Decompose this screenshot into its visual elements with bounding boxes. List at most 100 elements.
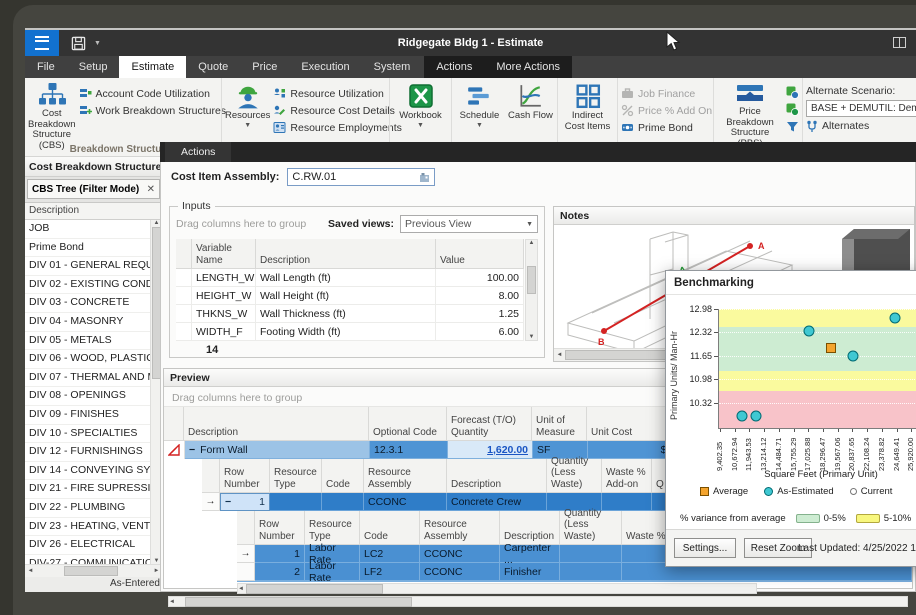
work-breakdown-structures-button[interactable]: Work Breakdown Structures	[79, 103, 227, 118]
cbs-tree-row[interactable]: DIV 23 - HEATING, VENTILA...	[25, 518, 151, 537]
preview-col-forecast-qty[interactable]: Forecast (T/O) Quantity	[447, 407, 532, 441]
preview-horizontal-scrollbar[interactable]: ◄	[168, 596, 908, 607]
inputs-data-row[interactable]: WIDTH_FFooting Width (ft)6.00	[176, 323, 538, 341]
resource-cost-details-button[interactable]: Resource Cost Details	[273, 103, 401, 118]
inputs-variable-name-cell[interactable]: THKNS_W	[192, 305, 256, 323]
level2-cell[interactable]: Labor Rate	[305, 563, 360, 581]
cbs-tree-row[interactable]: DIV 01 - GENERAL REQUIRE...	[25, 257, 151, 276]
cbs-tree-row[interactable]: DIV 06 - WOOD, PLASTICS a...	[25, 350, 151, 369]
cbs-tree-row[interactable]: DIV 02 - EXISTING CONDITI...	[25, 276, 151, 295]
level1-col-waste[interactable]: Waste % Add-on	[602, 459, 652, 493]
save-button[interactable]	[71, 36, 86, 51]
level2-col-row-number[interactable]: Row Number	[255, 511, 305, 545]
hamburger-menu-button[interactable]	[25, 30, 59, 56]
cbs-tree-tab[interactable]: CBS Tree (Filter Mode) ✕	[27, 179, 160, 199]
menu-setup[interactable]: Setup	[67, 56, 120, 78]
menu-execution[interactable]: Execution	[289, 56, 361, 78]
resources-button[interactable]: Resources ▼	[225, 81, 270, 143]
save-dropdown-caret[interactable]: ▼	[94, 40, 101, 47]
inputs-row-selector[interactable]	[176, 323, 192, 341]
menu-quote[interactable]: Quote	[186, 56, 240, 78]
inputs-description-cell[interactable]: Wall Thickness (ft)	[256, 305, 436, 323]
assembly-field[interactable]: C.RW.01	[287, 168, 435, 186]
menu-system[interactable]: System	[362, 56, 423, 78]
inputs-vscroll-thumb[interactable]	[527, 266, 536, 294]
level2-cell[interactable]: CCONC	[420, 545, 500, 563]
level1-col-description[interactable]: Description	[447, 459, 547, 493]
level1-description-cell[interactable]: Concrete Crew	[447, 493, 547, 511]
cbs-hscroll-thumb[interactable]	[64, 566, 118, 576]
cbs-tree-row[interactable]: DIV 04 - MASONRY	[25, 313, 151, 332]
inputs-value-cell[interactable]: 100.00	[436, 269, 524, 287]
level2-col-resource-assembly[interactable]: Resource Assembly	[420, 511, 500, 545]
level2-cell[interactable]: Carpenter ...	[500, 545, 560, 563]
cbs-tree-row[interactable]: DIV 08 - OPENINGS	[25, 387, 151, 406]
level2-quantity-cell[interactable]	[560, 545, 622, 563]
menu-more-actions[interactable]: More Actions	[484, 56, 572, 78]
scroll-left-icon[interactable]: ◄	[554, 352, 565, 358]
scroll-left-icon[interactable]: ◄	[238, 586, 244, 592]
inputs-description-cell[interactable]: Footing Width (ft)	[256, 323, 436, 341]
level1-col-code[interactable]: Code	[322, 459, 364, 493]
inputs-col-variable-name[interactable]: Variable Name	[192, 239, 256, 269]
inputs-data-row[interactable]: HEIGHT_WWall Height (ft)8.00	[176, 287, 538, 305]
level2-cell[interactable]: Finisher	[500, 563, 560, 581]
preview-col-uom[interactable]: Unit of Measure	[532, 407, 587, 441]
inputs-data-row[interactable]: THKNS_WWall Thickness (ft)1.25	[176, 305, 538, 323]
preview-col-optional-code[interactable]: Optional Code	[369, 407, 447, 441]
cbs-tree-row[interactable]: DIV 14 - CONVEYING SYSTEMS	[25, 462, 151, 481]
cbs-tree-row[interactable]: DIV 03 - CONCRETE	[25, 294, 151, 313]
cbs-button[interactable]: Cost Breakdown Structure (CBS)	[28, 81, 76, 143]
indirect-cost-items-button[interactable]: Indirect Cost Items	[561, 81, 614, 143]
inputs-variable-name-cell[interactable]: WIDTH_F	[192, 323, 256, 341]
scroll-up-icon[interactable]: ▲	[529, 240, 535, 246]
level2-col-description[interactable]: Description	[500, 511, 560, 545]
inputs-vertical-scrollbar[interactable]: ▲ ▼	[525, 239, 538, 341]
level2-hscroll-thumb[interactable]	[246, 584, 383, 594]
resource-employments-button[interactable]: Resource Employments	[273, 120, 401, 135]
cbs-tree-row[interactable]: DIV 05 - METALS	[25, 332, 151, 351]
level1-row-number-cell[interactable]: − 1	[220, 493, 270, 511]
level2-cell[interactable]: LF2	[360, 563, 420, 581]
cbs-tree-row[interactable]: DIV 09 - FINISHES	[25, 406, 151, 425]
cbs-tree-row[interactable]: DIV 10 - SPECIALTIES	[25, 425, 151, 444]
level2-horizontal-scrollbar[interactable]: ◄	[237, 583, 757, 594]
level2-quantity-cell[interactable]	[560, 563, 622, 581]
form-wall-description-cell[interactable]: − Form Wall	[185, 441, 370, 459]
cbs-tree-row[interactable]: JOB	[25, 220, 151, 239]
cbs-tree-row[interactable]: DIV 12 - FURNISHINGS	[25, 443, 151, 462]
close-icon[interactable]: ✕	[147, 184, 155, 195]
alternate-scenario-select[interactable]: BASE + DEMUTIL: Dem... ▼	[806, 100, 916, 117]
cbs-tree-row[interactable]: DIV 21 - FIRE SUPRESSION	[25, 480, 151, 499]
schedule-button[interactable]: Schedule ▼	[455, 81, 504, 143]
resource-utilization-button[interactable]: Resource Utilization	[273, 86, 401, 101]
funnel-icon[interactable]	[786, 120, 799, 133]
cbs-tree-row[interactable]: DIV 07 - THERMAL AND MOI...	[25, 369, 151, 388]
level1-resource-type-cell[interactable]	[270, 493, 322, 511]
cbs-tree-row[interactable]: DIV 26 - ELECTRICAL	[25, 536, 151, 555]
benchmark-chart-plot[interactable]	[718, 309, 916, 429]
cash-flow-button[interactable]: Cash Flow	[507, 81, 554, 143]
settings-button[interactable]: Settings...	[674, 538, 736, 558]
menu-price[interactable]: Price	[240, 56, 289, 78]
assembly-lookup-icon[interactable]	[419, 172, 430, 183]
alternates-button[interactable]: Alternates	[806, 120, 916, 132]
workbook-button[interactable]: Workbook ▼	[393, 81, 448, 143]
pbs-button[interactable]: Price Breakdown Structure (PBS)	[717, 81, 783, 143]
level1-col-quantity[interactable]: Quantity (Less Waste)	[547, 459, 602, 493]
inputs-value-cell[interactable]: 6.00	[436, 323, 524, 341]
inputs-data-row[interactable]: LENGTH_WWall Length (ft)100.00	[176, 269, 538, 287]
level2-col-resource-type[interactable]: Resource Type	[305, 511, 360, 545]
level2-cell[interactable]: CCONC	[420, 563, 500, 581]
menu-estimate[interactable]: Estimate	[119, 56, 186, 78]
menu-file[interactable]: File	[25, 56, 67, 78]
inputs-row-selector[interactable]	[176, 269, 192, 287]
collapse-icon[interactable]: −	[225, 496, 231, 508]
inputs-row-selector[interactable]	[176, 305, 192, 323]
cbs-tree-row[interactable]: DIV 22 - PLUMBING	[25, 499, 151, 518]
actions-tab[interactable]: Actions	[165, 142, 231, 162]
level2-col-code[interactable]: Code	[360, 511, 420, 545]
scroll-left-icon[interactable]: ◄	[169, 599, 175, 605]
currency-grid-icon[interactable]	[786, 103, 799, 116]
inputs-description-cell[interactable]: Wall Height (ft)	[256, 287, 436, 305]
